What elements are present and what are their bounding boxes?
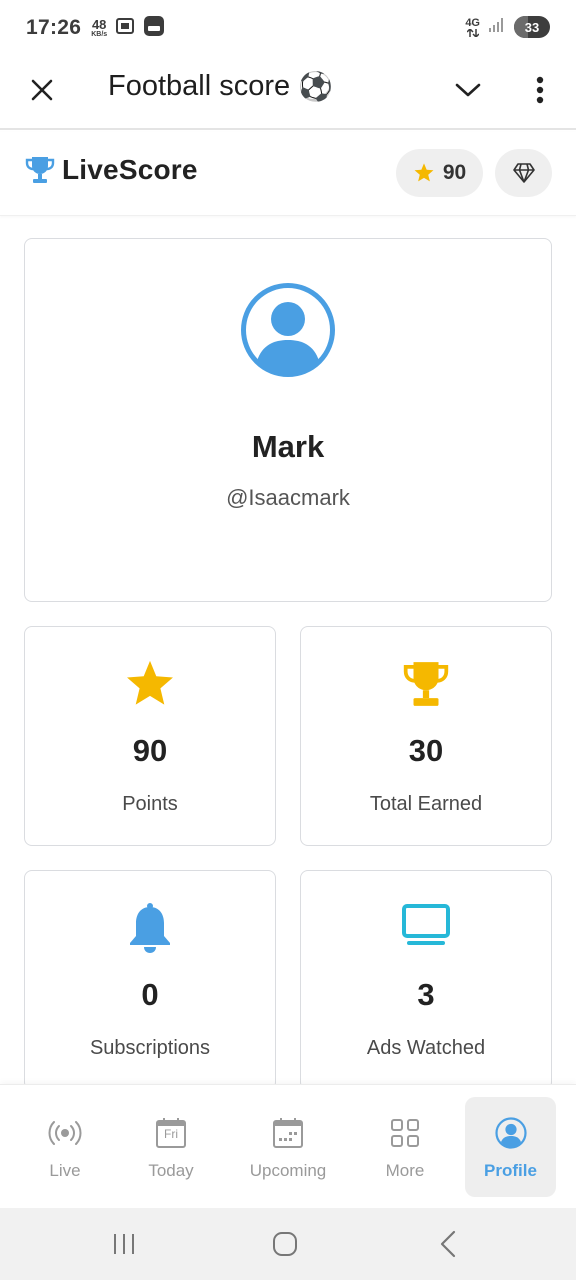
nav-label: Live xyxy=(49,1161,81,1180)
battery-icon: 33 xyxy=(514,16,550,38)
nav-label: Profile xyxy=(484,1161,537,1180)
stat-value: 3 xyxy=(417,977,435,1012)
calendar-upcoming-icon xyxy=(273,1118,303,1148)
close-button[interactable] xyxy=(26,74,58,106)
home-icon xyxy=(273,1232,297,1256)
stat-label: Subscriptions xyxy=(89,1037,211,1059)
back-icon xyxy=(440,1230,456,1258)
profile-handle: @Isaacmark xyxy=(226,485,350,510)
bell-icon xyxy=(130,903,170,953)
app-title-text: Football score xyxy=(108,70,291,102)
screenshot-icon xyxy=(115,16,135,41)
avatar-icon xyxy=(241,283,335,377)
app-title: Football score ⚽ xyxy=(108,70,333,103)
battery-level: 33 xyxy=(524,19,540,35)
net-speed: 48 KB/s xyxy=(91,18,107,38)
nav-item-profile[interactable]: Profile xyxy=(465,1097,556,1197)
star-icon xyxy=(127,660,173,705)
nav-item-today[interactable]: Fri Today xyxy=(130,1097,212,1197)
points-pill[interactable]: 90 xyxy=(396,149,483,197)
overflow-menu-button[interactable] xyxy=(524,74,556,106)
chevron-down-icon xyxy=(455,83,481,97)
brand: LiveScore xyxy=(24,154,198,186)
recent-apps-icon xyxy=(114,1234,134,1254)
close-icon xyxy=(31,79,53,101)
bottom-nav: Live Fri Today Upcoming More Profile xyxy=(0,1084,576,1208)
profile-card: Mark @Isaacmark xyxy=(24,238,552,602)
stat-value: 30 xyxy=(408,733,444,768)
star-icon xyxy=(414,163,434,182)
stat-card-ads-watched: 3 Ads Watched xyxy=(300,870,552,1090)
more-vert-icon xyxy=(536,76,544,104)
nav-item-live[interactable]: Live xyxy=(24,1097,106,1197)
soccer-ball-icon: ⚽ xyxy=(298,71,334,102)
tv-icon xyxy=(402,904,450,945)
stat-card-points: 90 Points xyxy=(24,626,276,846)
expand-button[interactable] xyxy=(452,74,484,106)
calendar-today-icon: Fri xyxy=(151,1113,191,1153)
network-type: 4G xyxy=(465,16,480,29)
nav-label: More xyxy=(385,1161,425,1180)
trophy-logo-icon xyxy=(25,157,55,183)
profile-icon xyxy=(494,1117,527,1149)
stat-label: Total Earned xyxy=(369,793,483,815)
trophy-icon xyxy=(403,662,449,706)
stat-card-subscriptions: 0 Subscriptions xyxy=(24,870,276,1090)
livescore-header: LiveScore 90 xyxy=(0,132,576,216)
signal-icon xyxy=(488,17,506,38)
nav-item-upcoming[interactable]: Upcoming xyxy=(242,1097,334,1197)
grid-icon xyxy=(391,1119,419,1147)
stat-label: Ads Watched xyxy=(366,1037,486,1059)
stat-value: 90 xyxy=(132,733,168,768)
nav-label: Today xyxy=(148,1161,194,1180)
network-type-icon: 4G xyxy=(465,16,480,37)
brand-name: LiveScore xyxy=(62,154,198,185)
back-button[interactable] xyxy=(430,1226,466,1262)
notification-app-icon xyxy=(143,15,165,42)
system-nav-bar xyxy=(0,1208,576,1280)
points-value: 90 xyxy=(442,161,467,184)
nav-item-more[interactable]: More xyxy=(364,1097,446,1197)
profile-name: Mark xyxy=(251,429,325,464)
stat-card-total-earned: 30 Total Earned xyxy=(300,626,552,846)
calendar-day-text: Fri xyxy=(164,1127,178,1141)
recent-apps-button[interactable] xyxy=(106,1226,142,1262)
net-speed-unit: KB/s xyxy=(91,31,108,38)
status-bar: 17:26 48 KB/s 4G 33 xyxy=(0,0,576,56)
stat-label: Points xyxy=(122,793,178,815)
premium-button[interactable] xyxy=(495,149,552,197)
home-button[interactable] xyxy=(267,1226,303,1262)
nav-label: Upcoming xyxy=(249,1161,327,1180)
live-broadcast-icon xyxy=(48,1121,82,1145)
app-bar: Football score ⚽ xyxy=(0,56,576,130)
stat-value: 0 xyxy=(141,977,159,1012)
net-speed-value: 48 xyxy=(91,17,107,32)
status-time: 17:26 xyxy=(26,16,82,39)
diamond-icon xyxy=(512,163,535,183)
